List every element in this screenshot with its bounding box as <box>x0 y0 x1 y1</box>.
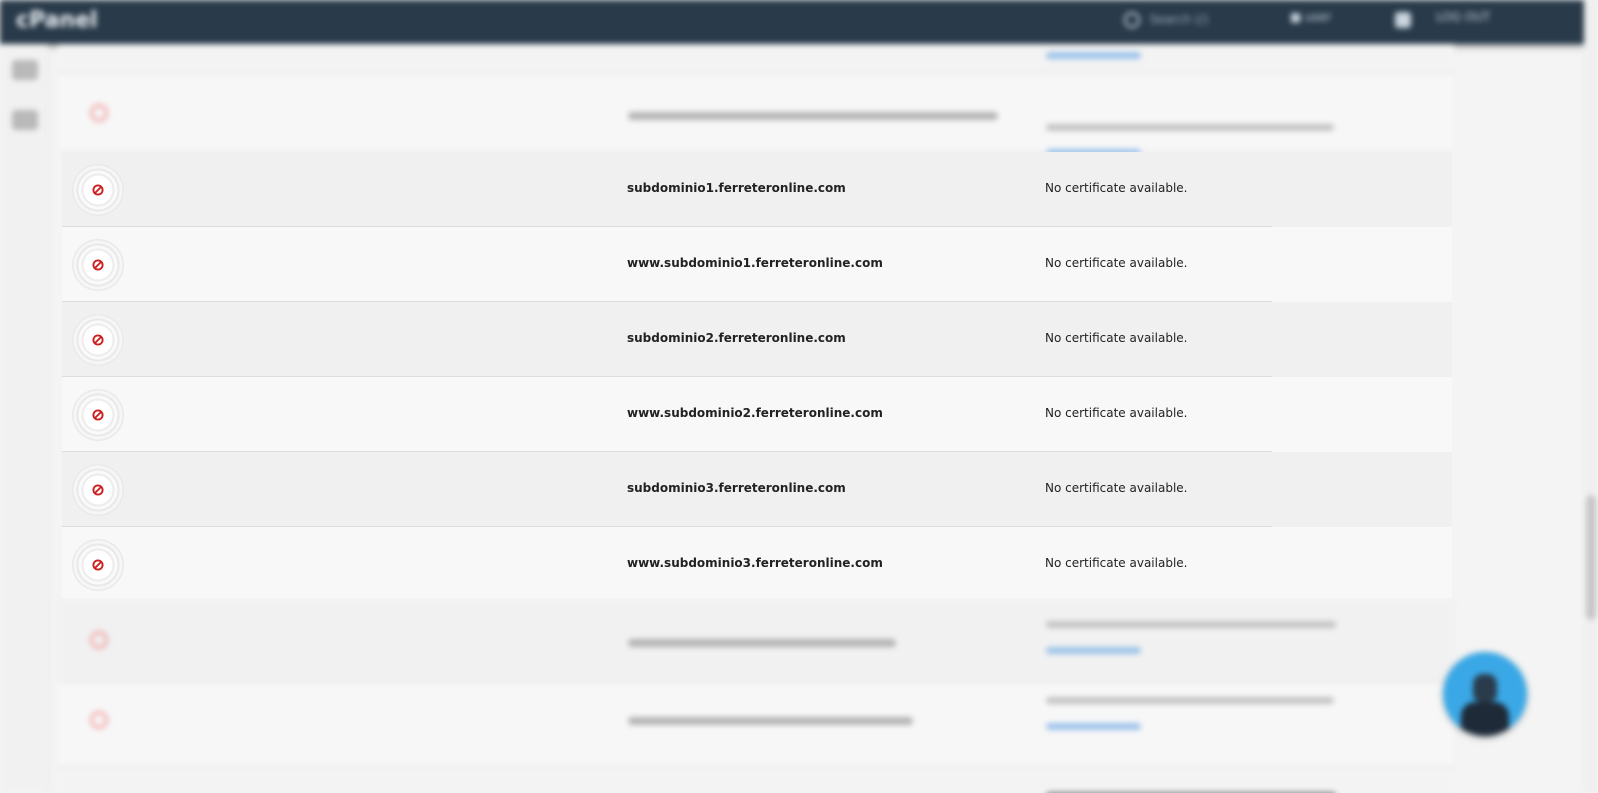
status-indicator <box>72 164 124 216</box>
domain-name: subdominio1.ferreteronline.com <box>627 181 846 195</box>
ban-icon <box>90 711 108 729</box>
table-row[interactable]: subdominio1.ferreteronline.com No certif… <box>62 152 1452 227</box>
ban-icon <box>92 184 104 196</box>
domain-name: www.subdominio2.ferreteronline.com <box>627 406 883 420</box>
table-row[interactable]: subdominio3.ferreteronline.com No certif… <box>62 452 1452 527</box>
certificate-status: No certificate available. <box>1045 406 1188 420</box>
search-placeholder: Search (/) <box>1149 12 1209 27</box>
domain-name: subdominio2.ferreteronline.com <box>627 331 846 345</box>
cpanel-logo[interactable]: cPanel <box>16 8 98 33</box>
table-row <box>58 767 1454 793</box>
row-link[interactable] <box>1046 52 1141 59</box>
certificate-status: No certificate available. <box>1045 181 1188 195</box>
avatar-body <box>1461 702 1509 736</box>
top-navigation-bar: cPanel Search (/) ■ user LOG OUT <box>0 0 1585 44</box>
status-indicator <box>72 464 124 516</box>
ban-icon <box>92 484 104 496</box>
row-status <box>1046 124 1334 131</box>
status-indicator <box>72 314 124 366</box>
certificate-status: No certificate available. <box>1045 556 1188 570</box>
sidebar-home-icon[interactable] <box>12 60 38 80</box>
certificate-status: No certificate available. <box>1045 481 1188 495</box>
sidebar-tools-icon[interactable] <box>12 110 38 130</box>
user-label: user <box>1305 10 1332 24</box>
table-row[interactable]: www.subdominio2.ferreteronline.com No ce… <box>62 377 1452 452</box>
domain-name: subdominio3.ferreteronline.com <box>627 481 846 495</box>
status-indicator <box>72 239 124 291</box>
user-icon: ■ <box>1290 10 1302 24</box>
table-row <box>58 599 1454 683</box>
status-indicator <box>72 389 124 441</box>
ban-icon <box>90 631 108 649</box>
row-status <box>1046 697 1334 704</box>
row-link[interactable] <box>1046 723 1141 730</box>
table-row[interactable]: subdominio2.ferreteronline.com No certif… <box>62 302 1452 377</box>
search-icon <box>1124 12 1140 28</box>
row-domain <box>628 717 913 725</box>
page-scrollbar[interactable] <box>1584 0 1598 793</box>
table-row <box>58 44 1454 74</box>
avatar-head <box>1473 674 1497 702</box>
domain-name: www.subdominio3.ferreteronline.com <box>627 556 883 570</box>
status-indicator <box>72 539 124 591</box>
logout-button[interactable]: LOG OUT <box>1436 10 1546 32</box>
ban-icon <box>92 559 104 571</box>
certificate-status: No certificate available. <box>1045 331 1188 345</box>
table-row <box>58 74 1454 156</box>
ban-icon <box>92 334 104 346</box>
certificate-status: No certificate available. <box>1045 256 1188 270</box>
search-box[interactable]: Search (/) <box>1124 12 1224 32</box>
row-link[interactable] <box>1046 647 1141 654</box>
user-menu-button[interactable]: ■ user <box>1290 10 1350 32</box>
table-row[interactable]: www.subdominio3.ferreteronline.com No ce… <box>62 527 1452 598</box>
scrollbar-thumb[interactable] <box>1586 495 1596 620</box>
row-domain <box>628 112 998 120</box>
ban-icon <box>92 259 104 271</box>
ssl-status-table: subdominio1.ferreteronline.com No certif… <box>62 152 1452 598</box>
left-sidebar <box>0 44 48 793</box>
domain-name: www.subdominio1.ferreteronline.com <box>627 256 883 270</box>
logout-label: LOG OUT <box>1436 10 1491 24</box>
row-status <box>1046 621 1336 628</box>
ban-icon <box>92 409 104 421</box>
chat-avatar-icon[interactable] <box>1443 652 1527 736</box>
table-row <box>58 683 1454 767</box>
bell-icon[interactable] <box>1395 12 1411 28</box>
row-domain <box>628 639 896 647</box>
ban-icon <box>90 104 108 122</box>
table-row[interactable]: www.subdominio1.ferreteronline.com No ce… <box>62 227 1452 302</box>
